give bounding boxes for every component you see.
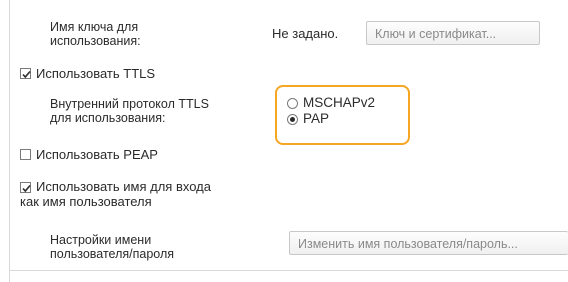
key-status-text: Не задано. bbox=[272, 26, 339, 41]
username-password-settings-label-line1: Настройки имени bbox=[50, 233, 152, 247]
use-login-as-username-label-first: Использовать имя для входа bbox=[36, 179, 211, 194]
ttls-inner-protocol-label: Внутренний протокол TTLS для использован… bbox=[50, 97, 209, 125]
key-name-label-line1: Имя ключа для bbox=[50, 20, 139, 34]
checkmark-icon bbox=[22, 184, 31, 193]
key-and-certificate-button[interactable]: Ключ и сертификат... bbox=[366, 21, 540, 45]
checkmark-icon bbox=[22, 70, 31, 79]
key-name-label: Имя ключа для использования: bbox=[50, 20, 141, 48]
mschapv2-label: MSCHAPv2 bbox=[303, 95, 376, 110]
ttls-inner-protocol-label-line2: для использования: bbox=[50, 111, 166, 125]
change-username-password-button[interactable]: Изменить имя пользователя/пароль... bbox=[289, 231, 568, 255]
use-login-as-username-label-second: как имя пользователя bbox=[20, 194, 152, 209]
pap-label: PAP bbox=[303, 111, 330, 126]
use-ttls-label: Использовать TTLS bbox=[36, 66, 156, 81]
use-peap-checkbox[interactable] bbox=[20, 149, 31, 160]
mschapv2-radio[interactable] bbox=[287, 98, 298, 109]
panel-bottom-border bbox=[9, 270, 568, 271]
use-ttls-checkbox[interactable] bbox=[20, 68, 31, 79]
key-name-label-line2: использования: bbox=[50, 34, 141, 48]
ttls-inner-protocol-label-line1: Внутренний протокол TTLS bbox=[50, 97, 209, 111]
radio-selected-dot bbox=[290, 117, 295, 122]
panel-left-border bbox=[9, 0, 10, 282]
username-password-settings-label: Настройки имени пользователя/пароля bbox=[50, 233, 174, 261]
use-login-as-username-checkbox[interactable] bbox=[20, 182, 31, 193]
use-peap-label: Использовать PEAP bbox=[36, 147, 158, 162]
pap-radio[interactable] bbox=[287, 114, 298, 125]
username-password-settings-label-line2: пользователя/пароля bbox=[50, 247, 175, 261]
